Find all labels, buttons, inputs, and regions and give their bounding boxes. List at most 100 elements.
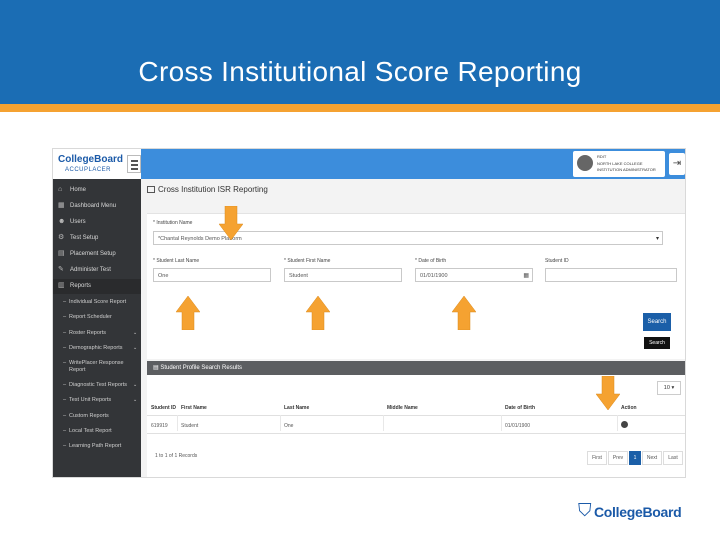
sub-item-dash: – [63,428,67,434]
sidebar-item-reports[interactable]: ▥ Reports [53,279,141,294]
sidebar-item-test-setup[interactable]: ⚙ Test Setup [53,231,141,246]
sidebar-item-placement-setup[interactable]: ▤ Placement Setup [53,247,141,262]
sub-item-label: WritePlacer Response [69,360,124,366]
logout-button[interactable]: ⇥ [669,153,685,175]
banner-accent-stripe [0,104,720,112]
sidebar-item-label: Users [70,219,86,225]
report-icon [147,186,155,193]
avatar [577,155,593,171]
sub-item-dash: – [63,330,67,336]
column-header-student-id[interactable]: Student ID [151,405,176,411]
column-header-first-name[interactable]: First Name [181,405,207,411]
user-name: RDIT [597,154,607,159]
record-count: 1 to 1 of 1 Records [155,453,198,459]
chevron-down-icon: ⌄ [133,397,138,403]
chevron-down-icon: ⌄ [133,382,138,388]
pager-label: Last [668,455,678,461]
table-divider [147,433,685,434]
menu-toggle-button[interactable] [127,155,141,173]
first-name-field[interactable]: Student [284,268,402,282]
page-title-text: Cross Institution ISR Reporting [158,185,268,194]
last-name-field[interactable]: One [153,268,271,282]
search-tooltip: Search [644,337,670,349]
sidebar: ⌂ Home ▦ Dashboard Menu ☻ Users ⚙ Test S… [53,179,141,477]
chevron-down-icon: ⌄ [133,345,138,351]
pager-page-1-button[interactable]: 1 [629,451,641,465]
sidebar-item-administer-test[interactable]: ✎ Administer Test [53,263,141,278]
sub-item-label: Individual Score Report [69,299,127,305]
cell-dob: 01/01/1900 [505,423,531,429]
column-divider [280,415,281,431]
annotation-arrow-up-first-name [306,296,330,330]
calendar-icon[interactable]: ▦ [523,272,529,279]
user-role: INSTITUTION ADMINISTRATOR [597,167,656,172]
sidebar-item-label: Test Setup [70,235,99,241]
column-divider [501,415,502,431]
hamburger-icon-line [131,168,138,170]
dashboard-icon: ▦ [58,202,65,209]
column-header-last-name[interactable]: Last Name [284,405,309,411]
sidebar-item-dashboard[interactable]: ▦ Dashboard Menu [53,199,141,214]
top-bar: CollegeBoard ACCUPLACER RDIT NORTH LAKE … [53,149,685,179]
sub-item-dash: – [63,345,67,351]
pager-first-button[interactable]: First [587,451,607,465]
search-button[interactable]: Search [643,313,671,331]
pager-prev-button[interactable]: Prev [608,451,628,465]
pager-label: First [592,455,602,461]
sidebar-item-label: Dashboard Menu [70,203,117,209]
slide-title: Cross Institutional Score Reporting [138,56,582,87]
hamburger-icon-line [131,164,138,166]
sub-item-dash: – [63,413,67,419]
edit-icon: ✎ [58,266,64,273]
placement-icon: ▤ [58,250,65,257]
chart-icon: ▥ [58,282,65,289]
column-header-middle-name[interactable]: Middle Name [387,405,418,411]
user-profile[interactable]: RDIT NORTH LAKE COLLEGE INSTITUTION ADMI… [573,151,665,177]
sub-item-dash: – [63,397,67,403]
sidebar-item-users[interactable]: ☻ Users [53,215,141,230]
sub-item-label: Demographic Reports [69,345,123,351]
results-title: Student Profile Search Results [160,365,243,371]
sidebar-item-label: Reports [70,283,92,289]
sidebar-item-label: Administer Test [70,267,111,273]
first-name-label: * Student First Name [284,258,331,264]
results-header: ▤ Student Profile Search Results [147,361,685,375]
annotation-arrow-up-last-name [176,296,200,330]
dob-field[interactable]: 01/01/1900 ▦ [415,268,533,282]
sidebar-item-home[interactable]: ⌂ Home [53,183,141,198]
sidebar-item-label: Placement Setup [70,251,116,257]
sub-item-label: Roster Reports [69,330,106,336]
sub-item-dash: – [63,443,67,449]
home-icon: ⌂ [58,186,63,193]
sub-item-dash: – [63,299,67,305]
settings-icon: ⚙ [58,234,65,241]
cell-student-id: 619919 [151,423,168,429]
hamburger-icon [131,160,138,162]
user-institution: NORTH LAKE COLLEGE [597,161,643,166]
dob-label: * Date of Birth [415,258,447,264]
sub-item-dash: – [63,314,67,320]
product-name: ACCUPLACER [65,167,112,173]
view-icon[interactable] [621,421,628,428]
acorn-shield-icon: ⛉ [578,500,592,520]
pager-label: Prev [612,455,624,461]
institution-label: * Institution Name [153,220,193,226]
column-divider [617,415,618,431]
page-size-select[interactable]: 10 ▾ [657,381,681,395]
logout-icon: ⇥ [672,158,682,169]
pager-label: Next [646,455,658,461]
sub-item-label: Custom Reports [69,413,109,419]
column-divider [383,415,384,431]
sub-item-label: Learning Path Report [69,443,122,449]
column-header-dob[interactable]: Date of Birth [505,405,535,411]
footer-logo: ⛉ CollegeBoard [578,498,698,524]
annotation-arrow-up-dob [452,296,476,330]
pager-label: 1 [633,455,637,461]
last-name-value: One [158,273,169,279]
sidebar-item-label: Home [70,187,87,193]
pager-last-button[interactable]: Last [663,451,683,465]
student-id-field[interactable] [545,268,677,282]
pager-next-button[interactable]: Next [642,451,662,465]
sub-item-dash: – [63,382,67,388]
sub-item-label: Local Test Report [69,428,112,434]
